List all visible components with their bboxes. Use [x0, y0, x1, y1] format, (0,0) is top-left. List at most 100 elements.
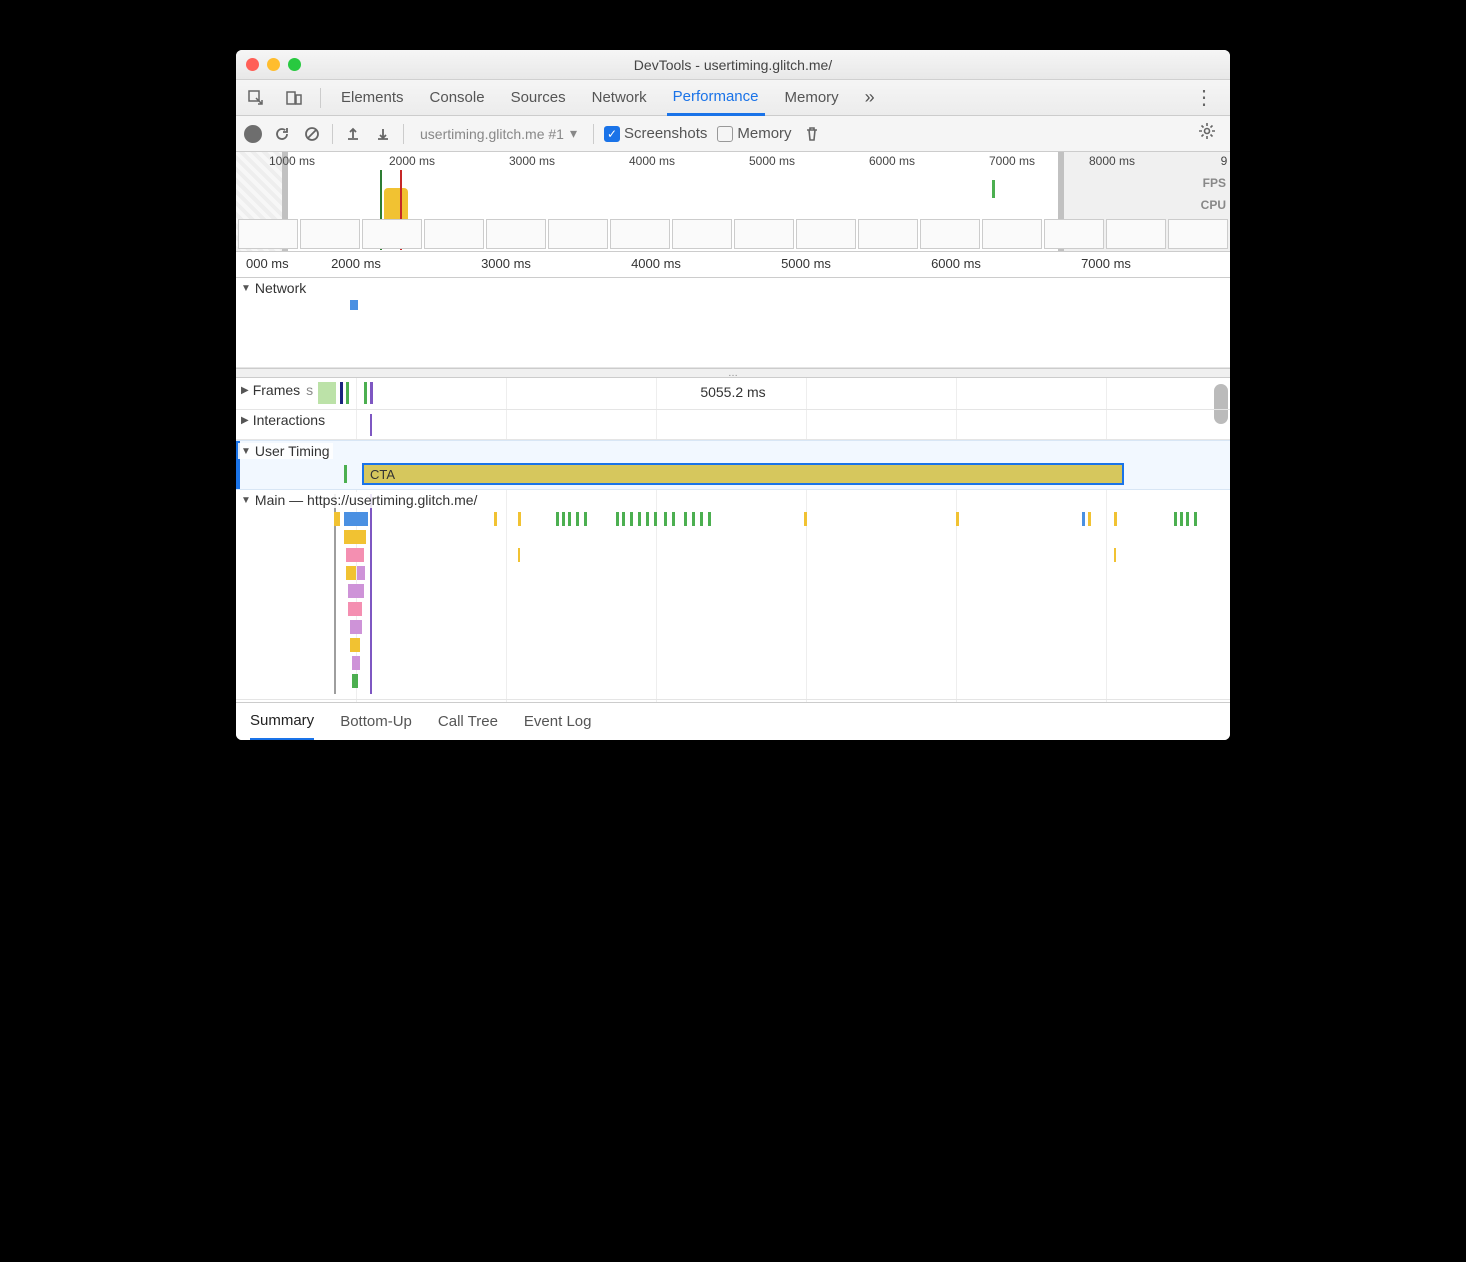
- menu-icon[interactable]: ⋮: [1186, 85, 1222, 110]
- maximize-icon[interactable]: [288, 58, 301, 71]
- thumbnail[interactable]: [982, 219, 1042, 249]
- task[interactable]: [616, 512, 619, 526]
- task[interactable]: [804, 512, 807, 526]
- network-header[interactable]: ▼ Network: [238, 280, 309, 296]
- thumbnail[interactable]: [920, 219, 980, 249]
- task[interactable]: [1082, 512, 1085, 526]
- task[interactable]: [584, 512, 587, 526]
- task[interactable]: [344, 512, 368, 526]
- thumbnail[interactable]: [424, 219, 484, 249]
- splitter[interactable]: …: [236, 368, 1230, 378]
- reload-icon[interactable]: [272, 124, 292, 144]
- cta-measure[interactable]: CTA: [362, 463, 1124, 485]
- task[interactable]: [348, 602, 362, 616]
- tab-summary[interactable]: Summary: [250, 703, 314, 741]
- flame-chart[interactable]: ▶ Frames s 5055.2 ms ▶ Interactions ▼: [236, 378, 1230, 702]
- task[interactable]: [352, 674, 358, 688]
- screenshots-checkbox[interactable]: ✓ Screenshots: [604, 125, 707, 142]
- tab-sources[interactable]: Sources: [505, 80, 572, 116]
- user-timing-track[interactable]: ▼ User Timing CTA: [236, 440, 1230, 490]
- interactions-header[interactable]: ▶ Interactions: [238, 412, 328, 428]
- frames-track[interactable]: ▶ Frames s 5055.2 ms: [236, 378, 1230, 410]
- overview-panel[interactable]: 1000 ms 2000 ms 3000 ms 4000 ms 5000 ms …: [236, 152, 1230, 252]
- memory-checkbox[interactable]: Memory: [717, 125, 791, 142]
- frames-header[interactable]: ▶ Frames s: [238, 382, 316, 398]
- network-track[interactable]: ▼ Network: [236, 278, 1230, 368]
- task[interactable]: [518, 512, 521, 526]
- task[interactable]: [568, 512, 571, 526]
- main-header[interactable]: ▼ Main — https://usertiming.glitch.me/: [238, 492, 480, 508]
- minimize-icon[interactable]: [267, 58, 280, 71]
- task[interactable]: [956, 512, 959, 526]
- task[interactable]: [700, 512, 703, 526]
- task[interactable]: [1114, 548, 1116, 562]
- task[interactable]: [494, 512, 497, 526]
- tab-network[interactable]: Network: [586, 80, 653, 116]
- thumbnail[interactable]: [1044, 219, 1104, 249]
- tab-elements[interactable]: Elements: [335, 80, 410, 116]
- thumbnail[interactable]: [1168, 219, 1228, 249]
- task[interactable]: [556, 512, 559, 526]
- frame-bar[interactable]: [364, 382, 367, 404]
- thumbnail[interactable]: [1106, 219, 1166, 249]
- thumbnail[interactable]: [796, 219, 856, 249]
- task[interactable]: [622, 512, 625, 526]
- upload-icon[interactable]: [343, 124, 363, 144]
- task[interactable]: [334, 512, 340, 526]
- task[interactable]: [664, 512, 667, 526]
- tab-event-log[interactable]: Event Log: [524, 703, 592, 741]
- trash-icon[interactable]: [802, 124, 822, 144]
- settings-icon[interactable]: [1192, 122, 1222, 145]
- task[interactable]: [350, 638, 360, 652]
- thumbnail[interactable]: [610, 219, 670, 249]
- thumbnail[interactable]: [238, 219, 298, 249]
- thumbnail[interactable]: [300, 219, 360, 249]
- task[interactable]: [346, 548, 364, 562]
- main-ruler[interactable]: 000 ms 2000 ms 3000 ms 4000 ms 5000 ms 6…: [236, 252, 1230, 278]
- device-icon[interactable]: [282, 86, 306, 110]
- task[interactable]: [1194, 512, 1197, 526]
- clear-icon[interactable]: [302, 124, 322, 144]
- task[interactable]: [350, 620, 362, 634]
- network-request[interactable]: [350, 300, 358, 310]
- task[interactable]: [1186, 512, 1189, 526]
- task[interactable]: [344, 530, 366, 544]
- tab-bottom-up[interactable]: Bottom-Up: [340, 703, 412, 741]
- task[interactable]: [352, 656, 360, 670]
- task[interactable]: [1088, 512, 1091, 526]
- task[interactable]: [348, 584, 364, 598]
- interactions-track[interactable]: ▶ Interactions: [236, 410, 1230, 440]
- task[interactable]: [672, 512, 675, 526]
- task[interactable]: [562, 512, 565, 526]
- frame-bar[interactable]: [370, 382, 373, 404]
- task[interactable]: [638, 512, 641, 526]
- tab-console[interactable]: Console: [424, 80, 491, 116]
- frame-block[interactable]: [318, 382, 336, 404]
- thumbnail[interactable]: [362, 219, 422, 249]
- thumbnail[interactable]: [486, 219, 546, 249]
- close-icon[interactable]: [246, 58, 259, 71]
- task[interactable]: [646, 512, 649, 526]
- recording-select[interactable]: usertiming.glitch.me #1 ▾: [414, 123, 583, 144]
- main-track[interactable]: ▼ Main — https://usertiming.glitch.me/: [236, 490, 1230, 700]
- tab-memory[interactable]: Memory: [779, 80, 845, 116]
- record-button[interactable]: [244, 125, 262, 143]
- task[interactable]: [1174, 512, 1177, 526]
- thumbnail[interactable]: [548, 219, 608, 249]
- task[interactable]: [357, 566, 365, 580]
- inspect-icon[interactable]: [244, 86, 268, 110]
- task[interactable]: [630, 512, 633, 526]
- tab-performance[interactable]: Performance: [667, 80, 765, 116]
- tab-call-tree[interactable]: Call Tree: [438, 703, 498, 741]
- more-tabs-icon[interactable]: »: [859, 87, 881, 108]
- thumbnail[interactable]: [672, 219, 732, 249]
- thumbnail[interactable]: [858, 219, 918, 249]
- task[interactable]: [708, 512, 711, 526]
- task[interactable]: [518, 548, 520, 562]
- task[interactable]: [692, 512, 695, 526]
- frame-bar[interactable]: [346, 382, 349, 404]
- task[interactable]: [576, 512, 579, 526]
- task[interactable]: [1114, 512, 1117, 526]
- frame-bar[interactable]: [340, 382, 343, 404]
- user-timing-header[interactable]: ▼ User Timing: [238, 443, 333, 459]
